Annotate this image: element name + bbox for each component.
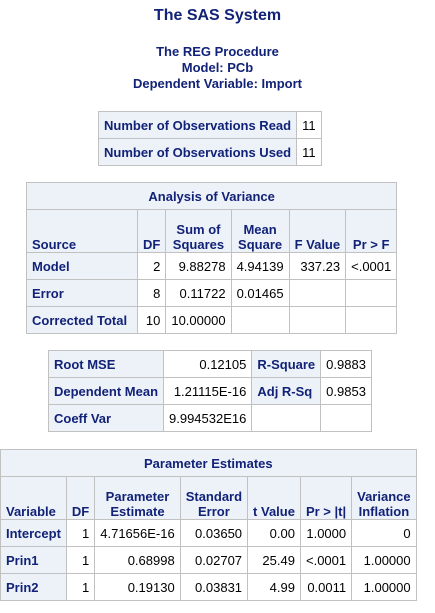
param-variable: Prin2	[1, 574, 66, 600]
fit-empty-cell	[252, 405, 321, 431]
anova-f	[289, 280, 346, 306]
table-row: Prin1 1 0.68998 0.02707 25.49 <.0001 1.0…	[1, 547, 416, 573]
params-header-pvalue: Pr > |t|	[300, 477, 352, 519]
anova-ss: 0.11722	[166, 280, 231, 306]
fit-statistics-table: Root MSE 0.12105 R-Square 0.9883 Depende…	[48, 350, 372, 432]
anova-source: Error	[27, 280, 137, 306]
params-header-stderr: Standard Error	[180, 477, 248, 519]
anova-ms	[231, 307, 289, 333]
fit-label: Coeff Var	[49, 405, 163, 431]
params-header-variable: Variable	[1, 477, 66, 519]
params-header-df: DF	[66, 477, 95, 519]
anova-df: 8	[138, 280, 166, 306]
params-header-vif: Variance Inflation	[352, 477, 416, 519]
fit-label: Dependent Mean	[49, 378, 163, 404]
anova-df: 10	[138, 307, 166, 333]
params-header-estimate: Parameter Estimate	[95, 477, 180, 519]
anova-p: <.0001	[346, 253, 397, 279]
anova-source: Model	[27, 253, 137, 279]
anova-ss: 9.88278	[166, 253, 231, 279]
param-pvalue: 1.0000	[300, 520, 352, 546]
anova-header-ms: Mean Square	[231, 210, 289, 252]
param-estimate: 4.71656E-16	[95, 520, 180, 546]
obs-read-label: Number of Observations Read	[99, 112, 297, 138]
params-header-tvalue: t Value	[248, 477, 300, 519]
anova-ms: 4.94139	[231, 253, 289, 279]
anova-f: 337.23	[289, 253, 346, 279]
observations-table: Number of Observations Read 11 Number of…	[98, 111, 322, 166]
model-title: Model: PCb	[181, 60, 254, 75]
table-row: Model 2 9.88278 4.94139 337.23 <.0001	[27, 253, 397, 279]
param-df: 1	[66, 520, 95, 546]
anova-header-fvalue: F Value	[289, 210, 346, 252]
table-row: Prin2 1 0.19130 0.03831 4.99 0.0011 1.00…	[1, 574, 416, 600]
procedure-title: The REG Procedure	[156, 44, 279, 59]
fit-value: 1.21115E-16	[164, 378, 252, 404]
page-title: The SAS System	[153, 7, 282, 24]
param-vif: 0	[352, 520, 416, 546]
fit-label: Adj R-Sq	[252, 378, 321, 404]
table-row: Coeff Var 9.994532E16	[49, 405, 371, 431]
param-vif: 1.00000	[352, 574, 416, 600]
table-row: Intercept 1 4.71656E-16 0.03650 0.00 1.0…	[1, 520, 416, 546]
fit-value: 0.12105	[164, 351, 252, 377]
param-df: 1	[66, 547, 95, 573]
param-variable: Intercept	[1, 520, 66, 546]
obs-read-value: 11	[297, 112, 321, 138]
param-stderr: 0.03831	[180, 574, 248, 600]
param-stderr: 0.03650	[180, 520, 248, 546]
obs-used-value: 11	[297, 139, 321, 165]
param-pvalue: <.0001	[300, 547, 352, 573]
param-variable: Prin1	[1, 547, 66, 573]
anova-ms: 0.01465	[231, 280, 289, 306]
param-tvalue: 4.99	[248, 574, 300, 600]
anova-df: 2	[138, 253, 166, 279]
fit-value: 9.994532E16	[164, 405, 252, 431]
fit-label: R-Square	[252, 351, 321, 377]
anova-p	[346, 307, 397, 333]
fit-value: 0.9883	[321, 351, 371, 377]
param-tvalue: 25.49	[248, 547, 300, 573]
anova-ss: 10.00000	[166, 307, 231, 333]
anova-table: Analysis of Variance Source DF Sum of Squ…	[26, 182, 398, 334]
params-caption: Parameter Estimates	[1, 450, 416, 476]
table-row: Corrected Total 10 10.00000	[27, 307, 397, 333]
anova-p	[346, 280, 397, 306]
param-vif: 1.00000	[352, 547, 416, 573]
anova-caption: Analysis of Variance	[27, 183, 397, 209]
fit-empty-cell	[321, 405, 371, 431]
anova-header-prf: Pr > F	[346, 210, 397, 252]
table-row: Root MSE 0.12105 R-Square 0.9883	[49, 351, 371, 377]
table-row: Dependent Mean 1.21115E-16 Adj R-Sq 0.98…	[49, 378, 371, 404]
anova-header-df: DF	[138, 210, 166, 252]
anova-source: Corrected Total	[27, 307, 137, 333]
param-df: 1	[66, 574, 95, 600]
anova-f	[289, 307, 346, 333]
param-tvalue: 0.00	[248, 520, 300, 546]
param-estimate: 0.19130	[95, 574, 180, 600]
param-estimate: 0.68998	[95, 547, 180, 573]
fit-label: Root MSE	[49, 351, 163, 377]
anova-header-source: Source	[27, 210, 137, 252]
parameter-estimates-table: Parameter Estimates Variable DF Paramete…	[0, 449, 417, 601]
param-pvalue: 0.0011	[300, 574, 352, 600]
table-row: Error 8 0.11722 0.01465	[27, 280, 397, 306]
fit-value: 0.9853	[321, 378, 371, 404]
obs-used-label: Number of Observations Used	[99, 139, 297, 165]
dependent-variable-title: Dependent Variable: Import	[132, 76, 303, 91]
anova-header-ss: Sum of Squares	[166, 210, 231, 252]
param-stderr: 0.02707	[180, 547, 248, 573]
